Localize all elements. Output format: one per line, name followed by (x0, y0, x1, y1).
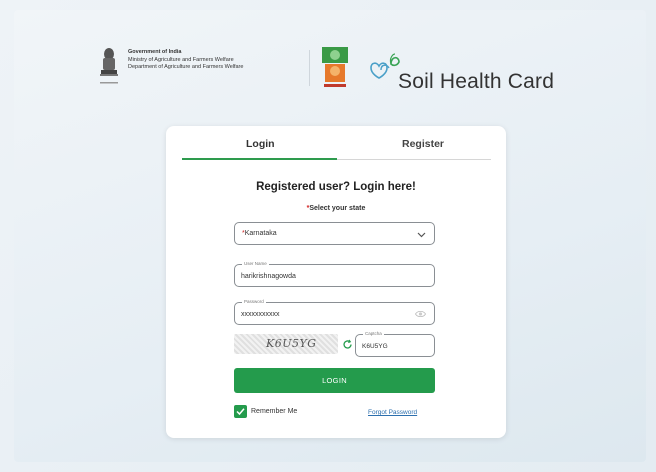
password-field[interactable]: Password xxxxxxxxxxx (234, 299, 435, 325)
soil-health-logo-icon (322, 47, 348, 87)
app-title: Soil Health Card (398, 70, 555, 93)
form-heading: Registered user? Login here! (256, 181, 416, 193)
department-name: Department of Agriculture and Farmers We… (128, 64, 244, 70)
active-tab-indicator (182, 158, 337, 160)
ministry-name: Ministry of Agriculture and Farmers Welf… (128, 56, 234, 63)
checkmark-icon (236, 408, 245, 416)
login-card: Login Register Registered user? Login he… (166, 126, 506, 438)
chevron-down-icon (417, 232, 426, 238)
username-field[interactable]: User Name harikrishnagowda (234, 261, 435, 287)
header-divider (309, 50, 310, 86)
eye-icon[interactable] (415, 310, 426, 318)
forgot-password-link[interactable]: Forgot Password (368, 409, 417, 416)
state-label-text: Select your state (309, 205, 366, 212)
tab-register[interactable]: Register (402, 138, 444, 150)
refresh-icon[interactable] (342, 339, 353, 350)
government-branding: Government of India Ministry of Agricult… (128, 49, 243, 72)
captcha-label: Captcha (363, 331, 384, 337)
captcha-image: K6U5YG (234, 334, 338, 354)
soil-health-card-icon (370, 53, 400, 79)
tab-login[interactable]: Login (246, 138, 275, 150)
state-select[interactable]: *Karnataka (234, 222, 435, 245)
captcha-value: K6U5YG (362, 343, 388, 350)
gov-title: Government of India (128, 49, 182, 55)
password-label: Password (242, 299, 266, 305)
username-value: harikrishnagowda (241, 273, 296, 280)
captcha-input[interactable]: Captcha K6U5YG (355, 331, 435, 357)
username-label: User Name (242, 261, 269, 267)
state-value-text: Karnataka (244, 230, 277, 237)
national-emblem-icon (100, 48, 118, 84)
remember-checkbox[interactable] (234, 405, 247, 418)
remember-label: Remember Me (251, 408, 298, 415)
state-label: *Select your state (166, 205, 506, 212)
login-button[interactable]: LOGIN (234, 368, 435, 393)
password-value: xxxxxxxxxxx (241, 311, 280, 318)
state-select-value: *Karnataka (242, 230, 277, 237)
captcha-image-text: K6U5YG (266, 337, 317, 350)
